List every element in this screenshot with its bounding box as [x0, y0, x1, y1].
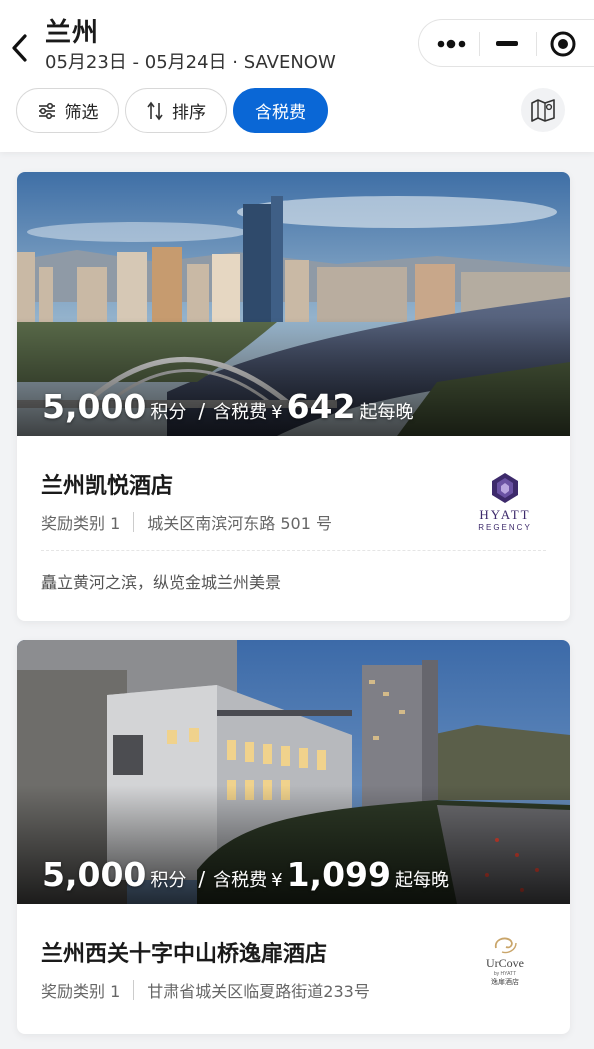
- hotel-name: 兰州凯悦酒店: [41, 474, 174, 499]
- tax-included-chip-label: 含税费: [255, 103, 306, 123]
- sort-chip-label: 排序: [172, 103, 206, 123]
- currency-symbol: ¥: [271, 402, 283, 423]
- price-separator: /: [198, 399, 206, 423]
- back-button[interactable]: [6, 28, 36, 68]
- urcove-logo: UrCove by HYATT 逸扉酒店: [469, 934, 541, 998]
- price-suffix: 起每晚: [359, 402, 414, 423]
- hotel-meta: 奖励类别 1 甘肃省城关区临夏路街道233号: [41, 978, 370, 1002]
- hotel-description: 矗立黄河之滨，纵览金城兰州美景: [41, 573, 282, 592]
- regency-logo-text: REGENCY: [478, 523, 532, 532]
- hotel-address: 城关区南滨河东路 501 号: [147, 514, 332, 533]
- mini-program-capsule: [418, 19, 594, 67]
- price-overlay: 5,000 积分 / 含税费 ¥ 1,099 起每晚: [42, 855, 449, 894]
- currency-symbol: ¥: [271, 870, 283, 891]
- tax-label: 含税费: [213, 402, 268, 423]
- sliders-icon: [38, 102, 55, 119]
- hotel-card[interactable]: 5,000 积分 / 含税费 ¥ 642 起每晚 兰州凯悦酒店 奖励类别 1 城…: [17, 172, 570, 621]
- hotel-address: 甘肃省城关区临夏路街道233号: [147, 982, 370, 1001]
- price-value: 642: [286, 387, 356, 426]
- filter-chip-label: 筛选: [64, 103, 99, 123]
- dashed-divider: [41, 550, 546, 551]
- award-category: 奖励类别 1: [41, 982, 121, 1001]
- award-category: 奖励类别 1: [41, 514, 121, 533]
- sort-chip[interactable]: 排序: [125, 88, 227, 133]
- chevron-left-icon: [12, 34, 27, 62]
- page-title: 兰州: [45, 18, 100, 48]
- map-view-button[interactable]: [521, 88, 565, 132]
- close-miniapp-button[interactable]: [535, 20, 591, 68]
- target-close-icon: [550, 31, 576, 57]
- urcove-logo-text: UrCove: [486, 956, 524, 970]
- minus-icon: [496, 41, 518, 46]
- hyatt-regency-logo: HYATT REGENCY: [469, 472, 541, 536]
- price-overlay: 5,000 积分 / 含税费 ¥ 642 起每晚: [42, 387, 413, 426]
- points-value: 5,000: [42, 855, 147, 894]
- top-bar: 兰州 05月23日 - 05月24日 · SAVENOW 筛选 排序 含税费: [0, 0, 594, 152]
- tax-label: 含税费: [213, 870, 268, 891]
- points-unit: 积分: [150, 870, 187, 891]
- sort-icon: [147, 101, 163, 120]
- hotel-photo: 5,000 积分 / 含税费 ¥ 1,099 起每晚: [17, 640, 570, 904]
- date-range-subtitle: 05月23日 - 05月24日 · SAVENOW: [45, 52, 336, 73]
- meta-divider: [133, 980, 135, 1000]
- urcove-swirl-emblem: [494, 937, 517, 954]
- hotel-card[interactable]: 5,000 积分 / 含税费 ¥ 1,099 起每晚 兰州西关十字中山桥逸扉酒店…: [17, 640, 570, 1034]
- price-separator: /: [198, 867, 206, 891]
- tax-included-chip[interactable]: 含税费: [233, 88, 328, 133]
- points-unit: 积分: [150, 402, 187, 423]
- meta-divider: [133, 512, 135, 532]
- urcove-chinese-logo-text: 逸扉酒店: [491, 978, 519, 986]
- hyatt-logo-text: HYATT: [479, 507, 531, 522]
- hotel-name: 兰州西关十字中山桥逸扉酒店: [41, 942, 328, 967]
- filter-chip[interactable]: 筛选: [16, 88, 119, 133]
- more-button[interactable]: [425, 20, 481, 68]
- hotel-info: 兰州凯悦酒店 奖励类别 1 城关区南滨河东路 501 号 矗立黄河之滨，纵览金城…: [17, 436, 570, 621]
- points-value: 5,000: [42, 387, 147, 426]
- map-icon: [531, 99, 555, 122]
- hotel-meta: 奖励类别 1 城关区南滨河东路 501 号: [41, 510, 332, 534]
- hotel-photo: 5,000 积分 / 含税费 ¥ 642 起每晚: [17, 172, 570, 436]
- price-suffix: 起每晚: [394, 870, 449, 891]
- price-value: 1,099: [286, 855, 391, 894]
- hotel-info: 兰州西关十字中山桥逸扉酒店 奖励类别 1 甘肃省城关区临夏路街道233号 UrC…: [17, 904, 570, 1034]
- minimize-button[interactable]: [479, 20, 535, 68]
- hyatt-regency-emblem: [492, 473, 518, 503]
- more-dots-icon: [437, 39, 466, 49]
